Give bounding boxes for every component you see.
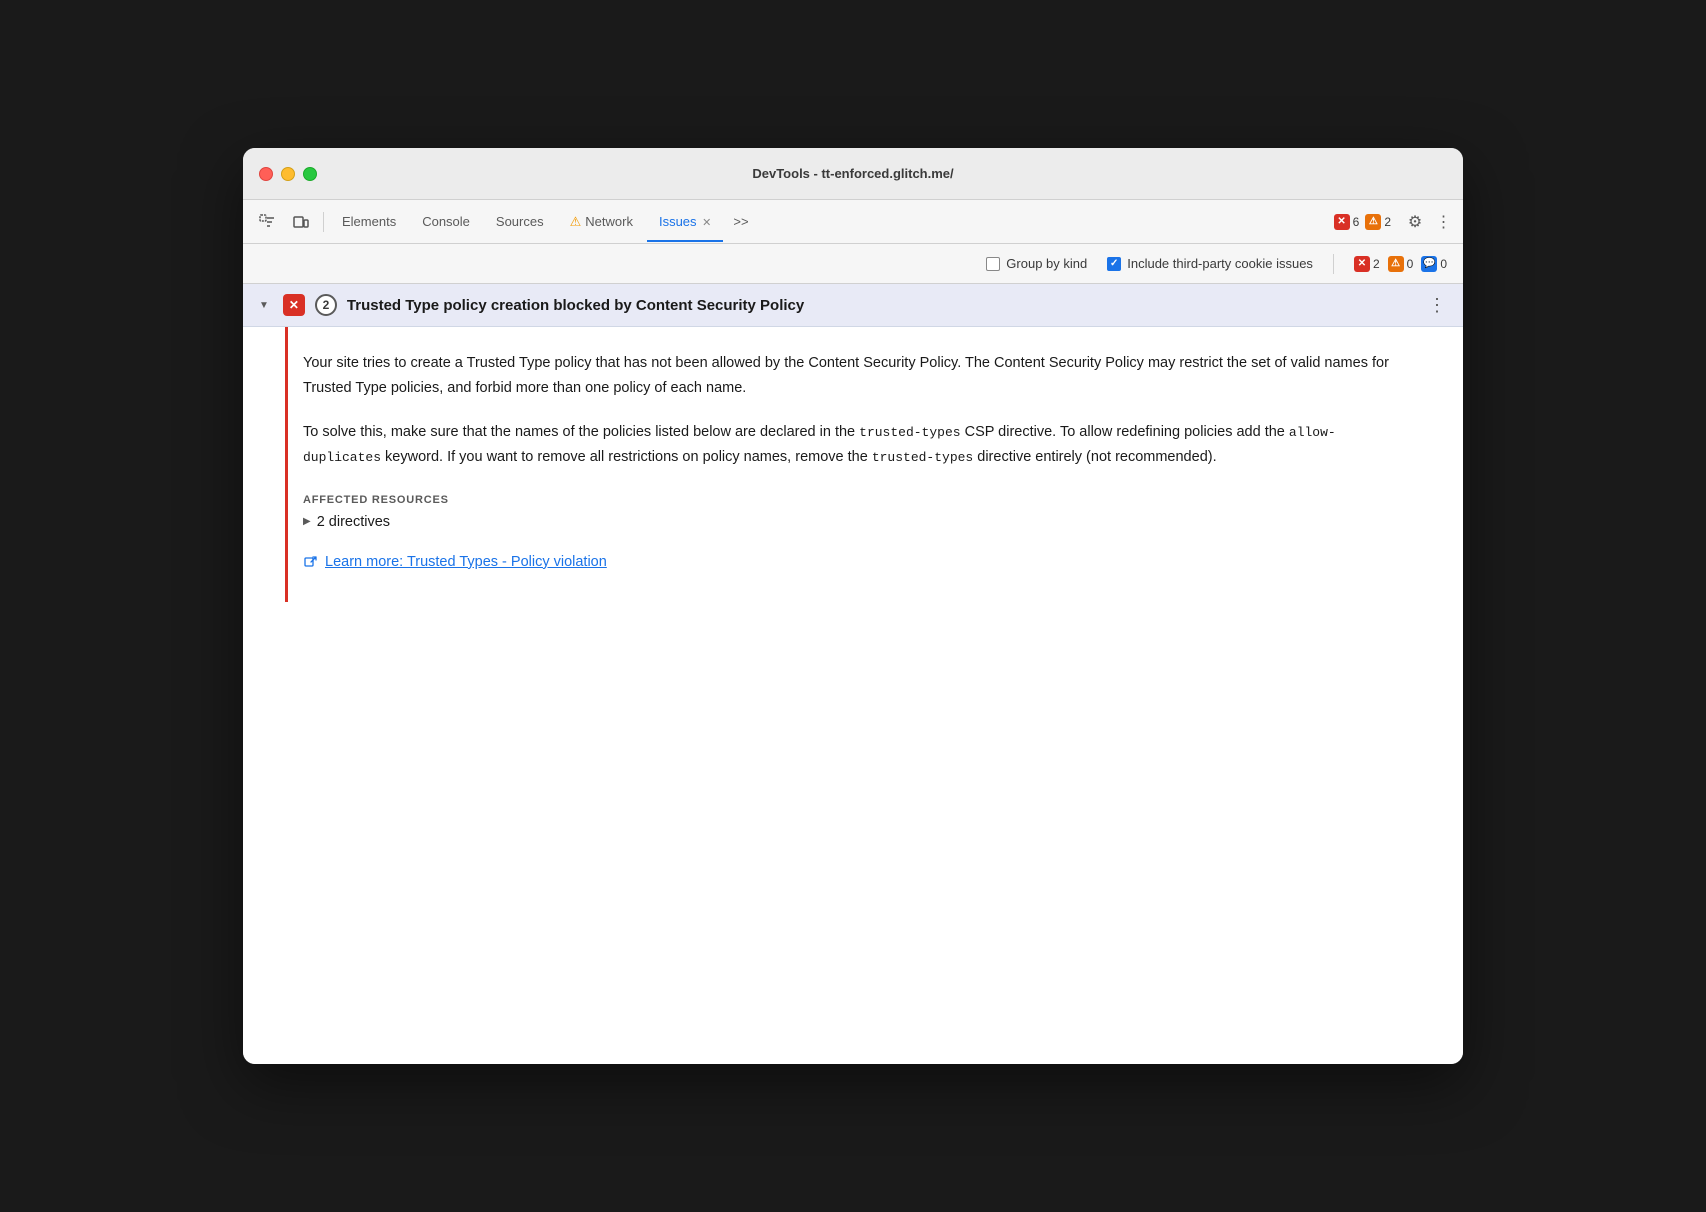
warning-badge-icon: ⚠ (1365, 214, 1381, 230)
issue-count-badge: 2 (315, 294, 337, 316)
include-third-party-filter[interactable]: Include third-party cookie issues (1107, 256, 1313, 271)
group-by-kind-filter[interactable]: Group by kind (986, 256, 1087, 271)
maximize-button[interactable] (303, 167, 317, 181)
devtools-window: DevTools - tt-enforced.glitch.me/ Elemen… (243, 148, 1463, 1064)
issue-body: Your site tries to create a Trusted Type… (243, 327, 1463, 602)
tab-issues[interactable]: Issues ✕ (647, 208, 723, 235)
filter-warning-count: 0 (1407, 257, 1414, 271)
issue-header[interactable]: ▼ ✕ 2 Trusted Type policy creation block… (243, 284, 1463, 327)
error-count: 6 (1353, 215, 1360, 229)
warning-badge: ⚠ 2 (1365, 214, 1391, 230)
group-by-kind-checkbox[interactable] (986, 257, 1000, 271)
filter-error-badge: ✕ 2 (1354, 256, 1380, 272)
filter-bar: Group by kind Include third-party cookie… (243, 244, 1463, 284)
collapse-chevron-icon: ▼ (259, 300, 269, 311)
filter-warning-icon: ⚠ (1388, 256, 1404, 272)
filter-error-count: 2 (1373, 257, 1380, 271)
toolbar: Elements Console Sources ⚠ Network Issue… (243, 200, 1463, 244)
issue-solution: To solve this, make sure that the names … (303, 420, 1431, 469)
issues-tab-close[interactable]: ✕ (702, 217, 711, 229)
close-button[interactable] (259, 167, 273, 181)
filter-badges: ✕ 2 ⚠ 0 💬 0 (1354, 256, 1447, 272)
directives-count: 2 directives (317, 514, 390, 530)
external-link-icon (303, 554, 319, 570)
element-picker-button[interactable] (251, 208, 283, 236)
content-area: ▼ ✕ 2 Trusted Type policy creation block… (243, 284, 1463, 1064)
more-tabs-button[interactable]: >> (725, 210, 756, 233)
more-icon: ⋮ (1436, 212, 1451, 232)
settings-button[interactable]: ⚙ (1401, 208, 1429, 236)
more-options-button[interactable]: ⋮ (1431, 208, 1455, 236)
learn-more-text: Learn more: Trusted Types - Policy viola… (325, 554, 607, 570)
tab-console[interactable]: Console (410, 208, 482, 235)
filter-info-count: 0 (1440, 257, 1447, 271)
issue-error-badge: ✕ (283, 294, 305, 316)
tab-sources[interactable]: Sources (484, 208, 556, 235)
minimize-button[interactable] (281, 167, 295, 181)
tab-elements[interactable]: Elements (330, 208, 408, 235)
issue-title: Trusted Type policy creation blocked by … (347, 297, 1418, 314)
filter-warning-badge: ⚠ 0 (1388, 256, 1414, 272)
filter-info-badge: 💬 0 (1421, 256, 1447, 272)
filter-divider (1333, 254, 1334, 274)
affected-resources-label: AFFECTED RESOURCES (303, 494, 1431, 506)
titlebar: DevTools - tt-enforced.glitch.me/ (243, 148, 1463, 200)
badge-group: ✕ 6 ⚠ 2 (1334, 214, 1391, 230)
include-third-party-label: Include third-party cookie issues (1127, 256, 1313, 271)
network-warning-icon: ⚠ (570, 214, 582, 230)
traffic-lights (259, 167, 317, 181)
error-badge: ✕ 6 (1334, 214, 1360, 230)
error-badge-icon: ✕ (1334, 214, 1350, 230)
include-third-party-checkbox[interactable] (1107, 257, 1121, 271)
filter-error-icon: ✕ (1354, 256, 1370, 272)
issue-more-button[interactable]: ⋮ (1428, 295, 1447, 316)
window-title: DevTools - tt-enforced.glitch.me/ (752, 166, 953, 181)
warning-count: 2 (1384, 215, 1391, 229)
issue-left-border (285, 327, 288, 602)
learn-more-link[interactable]: Learn more: Trusted Types - Policy viola… (303, 554, 1431, 570)
filter-info-icon: 💬 (1421, 256, 1437, 272)
tab-network[interactable]: ⚠ Network (558, 208, 645, 236)
issue-description: Your site tries to create a Trusted Type… (303, 351, 1431, 400)
expand-directives-icon: ▶ (303, 516, 311, 527)
toolbar-divider-1 (323, 212, 324, 232)
group-by-kind-label: Group by kind (1006, 256, 1087, 271)
directives-item[interactable]: ▶ 2 directives (303, 514, 1431, 530)
gear-icon: ⚙ (1408, 212, 1422, 232)
device-toggle-button[interactable] (285, 208, 317, 236)
